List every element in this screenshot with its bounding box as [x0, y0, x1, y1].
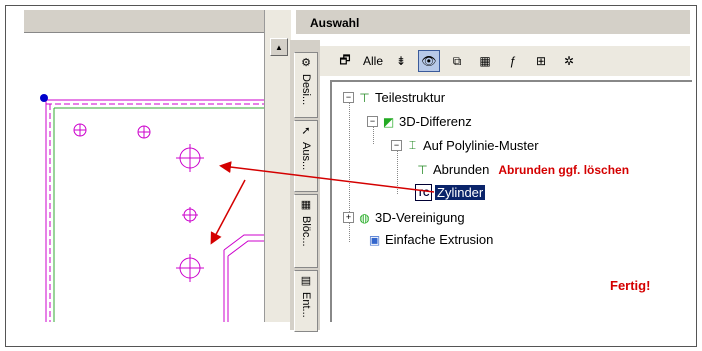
tree-item-3d-vereinigung[interactable]: + ◍ 3D-Vereinigung [343, 210, 465, 225]
cad-drawing [40, 94, 288, 322]
function-icon[interactable]: ƒ [502, 50, 524, 72]
tab-entities-label: Ent... [300, 292, 312, 318]
tree-label-selected: Zylinder [435, 185, 486, 200]
tree-item-abrunden[interactable]: ⊤ Abrunden Abrunden ggf. löschen [415, 162, 629, 177]
visibility-icon[interactable]: 👁 [418, 50, 440, 72]
abrunden-annotation: Abrunden ggf. löschen [498, 162, 630, 177]
tree-item-zylinder[interactable]: TC Zylinder [415, 184, 486, 201]
tab-auswahl[interactable]: ➚ Aus... [294, 120, 318, 192]
extrusion-icon: ▣ [368, 232, 381, 247]
tree-item-teilestruktur[interactable]: − ⊤ Teilestruktur [343, 90, 445, 105]
explode-icon[interactable]: ✲ [558, 50, 580, 72]
solid-difference-icon: ◩ [382, 114, 395, 129]
collapse-toggle[interactable]: − [367, 116, 378, 127]
cad-vertical-scrollbar[interactable]: ▲ [264, 10, 291, 322]
pattern-icon: ⌶ [408, 138, 417, 152]
grid-select-icon[interactable]: ⊞ [530, 50, 552, 72]
fillet-icon: ⊤ [417, 162, 428, 177]
block-icon: ▦ [300, 199, 312, 211]
tree-label: Auf Polylinie-Muster [423, 138, 539, 153]
solid-union-icon: ◍ [359, 210, 370, 225]
tab-design-label: Desi... [300, 74, 312, 106]
cad-viewport[interactable] [24, 10, 288, 322]
tree-label: 3D-Vereinigung [375, 210, 465, 225]
feature-tree[interactable]: − ⊤ Teilestruktur − ◩ 3D-Differenz − ⌶ A… [330, 80, 692, 322]
tree-item-3d-differenz[interactable]: − ◩ 3D-Differenz [367, 114, 472, 129]
tab-bloecke[interactable]: ▦ Blöc... [294, 194, 318, 268]
copy-icon[interactable]: ⧉ [446, 50, 468, 72]
tab-bloecke-label: Blöc... [300, 216, 312, 247]
table-icon[interactable]: ▦ [474, 50, 496, 72]
tree-label: Einfache Extrusion [385, 232, 494, 247]
tree-label: Abrunden [433, 162, 490, 177]
collapse-toggle[interactable]: − [343, 92, 354, 103]
tree-label: Teilestruktur [375, 90, 446, 105]
tree-item-polylinie-muster[interactable]: − ⌶ Auf Polylinie-Muster [391, 138, 539, 153]
document-icon: ▤ [300, 275, 312, 287]
select-all-label: Alle [362, 54, 383, 68]
panel-title: Auswahl [296, 10, 690, 34]
vertical-tab-strip: ⚙ Desi... ➚ Aus... ▦ Blöc... ▤ Ent... [290, 40, 320, 332]
tree-label: 3D-Differenz [399, 114, 472, 129]
tab-auswahl-label: Aus... [300, 142, 312, 171]
cylinder-icon: TC [415, 184, 432, 201]
select-all-button[interactable]: Alle [362, 50, 384, 72]
structure-icon: ⊤ [359, 90, 370, 105]
cursor-arrow-icon: ➚ [301, 125, 311, 137]
tab-design[interactable]: ⚙ Desi... [294, 52, 318, 118]
filter-icon[interactable]: ⇟ [390, 50, 412, 72]
fertig-annotation: Fertig! [610, 278, 651, 293]
gear-cube-icon: ⚙ [301, 57, 311, 69]
tree-line [397, 148, 398, 194]
collapse-toggle[interactable]: − [391, 140, 402, 151]
tab-entities[interactable]: ▤ Ent... [294, 270, 318, 332]
tree-item-extrusion[interactable]: ▣ Einfache Extrusion [367, 232, 494, 247]
selection-toolbar: 🗗 Alle ⇟ 👁 ⧉ ▦ ƒ ⊞ ✲ [320, 46, 690, 76]
expand-toggle[interactable]: + [343, 212, 354, 223]
scroll-up-button[interactable]: ▲ [270, 38, 288, 56]
properties-icon[interactable]: 🗗 [334, 50, 356, 72]
